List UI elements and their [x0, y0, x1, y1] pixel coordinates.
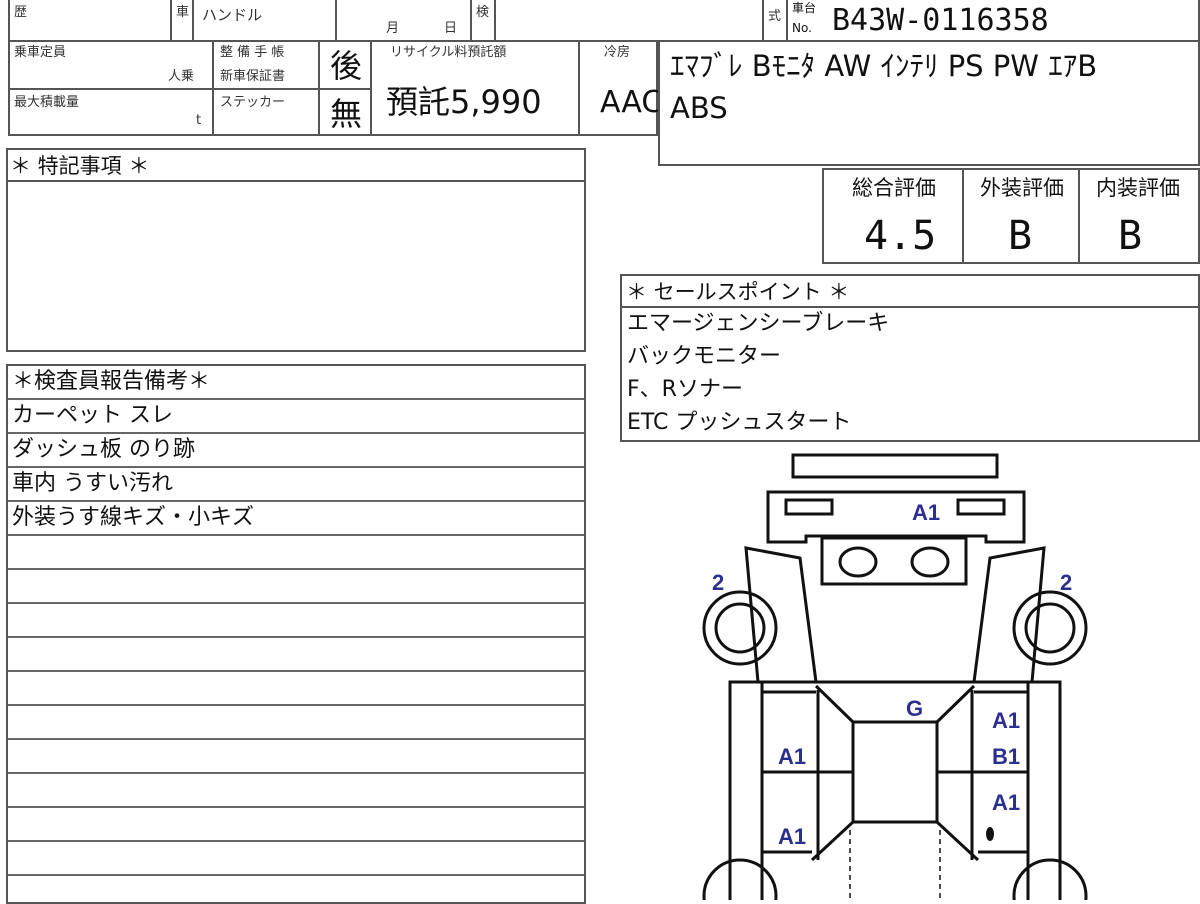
list-item: ETC プッシュスタート — [627, 410, 852, 435]
mark-right-front-wheel: 2 — [1060, 570, 1073, 595]
overall-rating-label: 総合評価 — [852, 176, 936, 200]
load-unit: t — [196, 113, 202, 128]
inspector-title: ＊検査員報告備考＊ — [8, 366, 584, 400]
month-label: 月 — [386, 21, 400, 36]
empty-row — [8, 604, 584, 638]
mark-left-front-wheel: 2 — [712, 570, 725, 595]
maintenance-value: 後 — [330, 47, 363, 85]
list-item: バックモニター — [627, 344, 782, 369]
inspector-rows: ＊検査員報告備考＊ カーペット スレ ダッシュ板 のり跡 車内 うすい汚れ 外装… — [8, 366, 584, 900]
list-item: 車内 うすい汚れ — [8, 468, 584, 502]
handle-label: ハンドル — [202, 6, 263, 24]
empty-row — [8, 536, 584, 570]
list-item: F、Rソナー — [627, 377, 743, 402]
interior-rating-label: 内装評価 — [1096, 176, 1180, 200]
capacity-unit: 人乗 — [168, 69, 195, 84]
empty-row — [8, 706, 584, 740]
load-label: 最大積載量 — [14, 95, 80, 110]
exterior-rating-label: 外装評価 — [980, 176, 1064, 200]
equipment-line-1: ｴﾏﾌﾞﾚ Bﾓﾆﾀ AW ｲﾝﾃﾘ PS PW ｴｱB — [670, 49, 1098, 83]
empty-row — [8, 740, 584, 774]
ac-value: AAC — [600, 85, 663, 120]
sales-points-list: エマージェンシーブレーキ バックモニター F、Rソナー ETC プッシュスタート — [622, 308, 1198, 440]
empty-row — [8, 570, 584, 604]
car-damage-diagram — [702, 453, 1088, 900]
recycle-value: 預託5,990 — [386, 83, 542, 121]
type-label: 式 — [768, 9, 782, 24]
list-item: ダッシュ板 のり跡 — [8, 434, 584, 468]
interior-rating-value: B — [1118, 213, 1143, 259]
history-label: 歴 — [14, 5, 28, 20]
mark-right-door-1: A1 — [992, 708, 1021, 733]
recycle-label: リサイクル料預託額 — [390, 45, 507, 60]
capacity-label: 乗車定員 — [14, 45, 67, 60]
empty-row — [8, 774, 584, 808]
inspection-label: 検 — [476, 5, 490, 20]
car-label: 車 — [176, 5, 190, 20]
notes-title: ＊ 特記事項 ＊ — [10, 154, 150, 178]
day-label: 日 — [444, 21, 458, 36]
warranty-label: 新車保証書 — [220, 69, 286, 84]
list-item: カーペット スレ — [8, 400, 584, 434]
mark-left-door-1: A1 — [778, 744, 807, 769]
exterior-rating-value: B — [1008, 213, 1033, 259]
maintenance-label: 整 備 手 帳 — [220, 45, 285, 60]
overall-rating-value: 4.5 — [864, 213, 937, 259]
list-item: エマージェンシーブレーキ — [627, 311, 890, 336]
mark-roof: G — [906, 696, 924, 721]
empty-row — [8, 842, 584, 876]
empty-row — [8, 808, 584, 842]
sticker-label: ステッカー — [220, 95, 286, 110]
mark-front: A1 — [912, 500, 941, 525]
chassis-label-1: 車台 — [792, 1, 817, 15]
notes-box — [6, 148, 586, 352]
mark-left-door-2: A1 — [778, 824, 807, 849]
mark-right-door-2: B1 — [992, 744, 1021, 769]
warranty-value: 無 — [330, 95, 363, 133]
empty-row — [8, 638, 584, 672]
equipment-line-2: ABS — [670, 91, 728, 125]
list-item: 外装うす線キズ・小キズ — [8, 502, 584, 536]
sales-points-title: ＊ セールスポイント ＊ — [626, 280, 850, 304]
ac-label: 冷房 — [604, 45, 631, 60]
mark-right-door-3: A1 — [992, 790, 1021, 815]
chassis-label-2: No. — [792, 21, 812, 35]
empty-row — [8, 672, 584, 706]
chassis-number: B43W-0116358 — [832, 3, 1049, 38]
